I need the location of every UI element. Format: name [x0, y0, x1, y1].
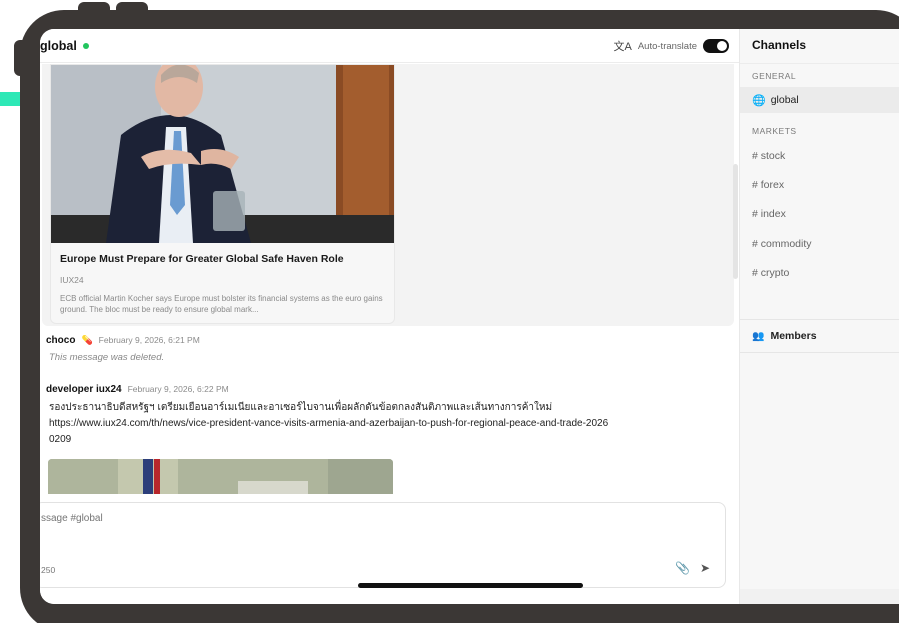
news-source: IUX24: [60, 275, 84, 285]
chat-header: global 文A Auto-translate: [40, 29, 739, 63]
app-screen: global 文A Auto-translate Europe Must Pre…: [40, 29, 899, 604]
home-indicator[interactable]: [358, 583, 583, 588]
auto-translate-control[interactable]: 文A Auto-translate: [613, 38, 729, 54]
message-time: February 9, 2026, 6:22 PM: [127, 384, 229, 394]
sidebar-item-label: # index: [752, 208, 786, 220]
sidebar-item-label: # crypto: [752, 267, 790, 279]
sidebar-item-label: # commodity: [752, 238, 812, 250]
translate-icon: 文A: [613, 41, 632, 53]
auto-translate-toggle[interactable]: [703, 39, 729, 53]
divider: [740, 63, 899, 64]
online-status-dot: [82, 42, 89, 49]
message-image[interactable]: [48, 459, 393, 494]
message-time: February 9, 2026, 6:21 PM: [98, 335, 200, 345]
news-photo-illustration: [51, 65, 394, 243]
message-link[interactable]: https://www.iux24.com/th/news/vice-presi…: [49, 416, 729, 432]
sidebar-item-forex[interactable]: # forex: [740, 172, 899, 198]
news-description: ECB official Martin Kocher says Europe m…: [60, 294, 383, 314]
auto-translate-label: Auto-translate: [637, 40, 697, 52]
feed-scrollbar[interactable]: [733, 164, 738, 279]
section-label-markets: MARKETS: [752, 126, 797, 136]
message-item: choco 💊 February 9, 2026, 6:21 PM This m…: [46, 335, 200, 363]
sidebar-item-label: # forex: [752, 179, 785, 191]
sidebar-item-crypto[interactable]: # crypto: [740, 260, 899, 286]
message-author[interactable]: choco: [46, 335, 75, 346]
channels-sidebar: Channels GENERAL 🌐 global MARKETS # stoc…: [739, 29, 899, 604]
sidebar-item-stock[interactable]: # stock: [740, 143, 899, 169]
message-feed[interactable]: Europe Must Prepare for Greater Global S…: [40, 64, 739, 494]
paperclip-icon[interactable]: 📎: [675, 561, 690, 575]
message-item: developer iux24 February 9, 2026, 6:22 P…: [46, 384, 729, 448]
message-text-line: รองประธานาธิบดีสหรัฐฯ เตรียมเยือนอาร์เมเ…: [49, 402, 553, 413]
news-card[interactable]: Europe Must Prepare for Greater Global S…: [50, 64, 395, 324]
sidebar-title: Channels: [752, 38, 807, 52]
sidebar-item-global[interactable]: 🌐 global: [740, 87, 899, 113]
send-icon[interactable]: ➤: [700, 561, 710, 575]
sidebar-item-label: # stock: [752, 150, 786, 162]
message-image-illustration: [48, 459, 393, 494]
character-count: 250: [41, 565, 56, 575]
pill-icon: 💊: [81, 335, 93, 345]
news-title: Europe Must Prepare for Greater Global S…: [60, 253, 344, 265]
sidebar-item-label: global: [770, 94, 799, 106]
channel-title: global: [40, 38, 77, 53]
sidebar-footer: [740, 589, 899, 604]
members-icon: 👥: [752, 330, 765, 342]
news-embed-container: Europe Must Prepare for Greater Global S…: [42, 64, 734, 326]
message-input[interactable]: [41, 513, 641, 524]
message-composer: 250 📎 ➤: [40, 502, 726, 588]
chat-panel: global 文A Auto-translate Europe Must Pre…: [40, 29, 739, 604]
message-author[interactable]: developer iux24: [46, 384, 122, 395]
message-link-continued[interactable]: 0209: [49, 432, 729, 448]
message-deleted-text: This message was deleted.: [49, 352, 165, 363]
toggle-knob: [717, 41, 727, 51]
section-label-general: GENERAL: [752, 71, 797, 81]
globe-icon: 🌐: [752, 94, 766, 107]
sidebar-item-index[interactable]: # index: [740, 201, 899, 227]
members-label: Members: [770, 330, 817, 342]
members-button[interactable]: 👥 Members: [740, 319, 899, 353]
device-side-button: [14, 40, 28, 76]
sidebar-item-commodity[interactable]: # commodity: [740, 231, 899, 257]
message-text: รองประธานาธิบดีสหรัฐฯ เตรียมเยือนอาร์เมเ…: [49, 400, 729, 448]
news-photo: [51, 65, 394, 243]
